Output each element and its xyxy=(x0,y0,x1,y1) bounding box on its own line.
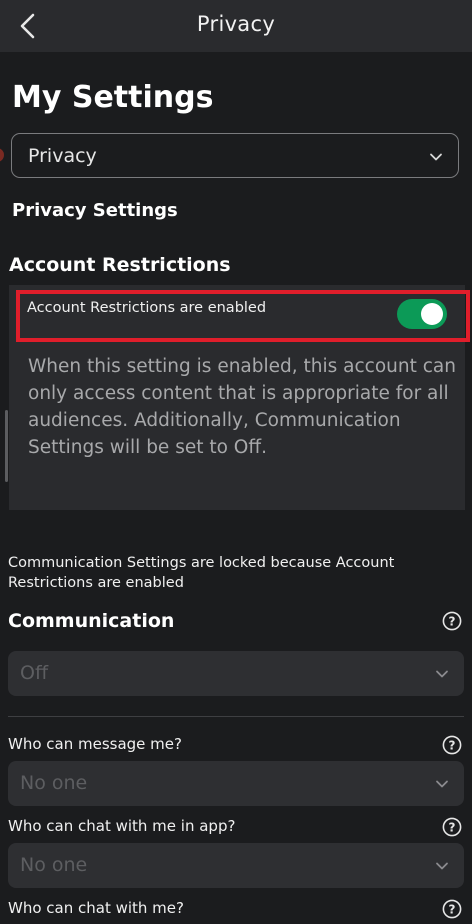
svg-text:?: ? xyxy=(449,738,456,752)
header-title: Privacy xyxy=(196,12,276,36)
question-circle-icon[interactable]: ? xyxy=(442,817,462,837)
question-circle-icon[interactable]: ? xyxy=(442,735,462,755)
svg-text:?: ? xyxy=(449,902,456,916)
account-restrictions-heading: Account Restrictions xyxy=(9,254,231,276)
communication-heading: Communication xyxy=(8,610,175,632)
page-title: My Settings xyxy=(12,80,214,115)
chevron-down-icon xyxy=(436,780,448,788)
who-can-chat-in-app-dropdown[interactable]: No one xyxy=(8,843,464,888)
communication-value: Off xyxy=(20,662,49,684)
svg-text:?: ? xyxy=(449,614,456,628)
divider xyxy=(8,716,464,717)
highlight-box xyxy=(16,290,470,342)
account-restrictions-description: When this setting is enabled, this accou… xyxy=(28,356,456,458)
notification-dot xyxy=(0,148,4,162)
chevron-down-icon xyxy=(430,153,442,161)
communication-locked-note: Communication Settings are locked becaus… xyxy=(8,555,395,591)
who-can-chat-in-app-value: No one xyxy=(20,854,88,876)
svg-text:?: ? xyxy=(449,820,456,834)
who-can-chat-in-app-label: Who can chat with me in app? xyxy=(8,817,236,835)
settings-section-value: Privacy xyxy=(28,145,97,167)
question-circle-icon[interactable]: ? xyxy=(442,899,462,919)
communication-dropdown[interactable]: Off xyxy=(8,651,464,696)
who-can-message-value: No one xyxy=(20,772,88,794)
who-can-message-label: Who can message me? xyxy=(8,735,182,753)
top-bar: Privacy xyxy=(0,0,472,52)
who-can-chat-label: Who can chat with me? xyxy=(8,899,184,917)
who-can-message-dropdown[interactable]: No one xyxy=(8,761,464,806)
privacy-settings-heading: Privacy Settings xyxy=(12,200,178,221)
question-circle-icon[interactable]: ? xyxy=(442,611,462,631)
settings-section-select[interactable]: Privacy xyxy=(11,133,459,178)
scrollbar-thumb[interactable] xyxy=(5,410,8,482)
chevron-down-icon xyxy=(436,670,448,678)
chevron-down-icon xyxy=(436,862,448,870)
